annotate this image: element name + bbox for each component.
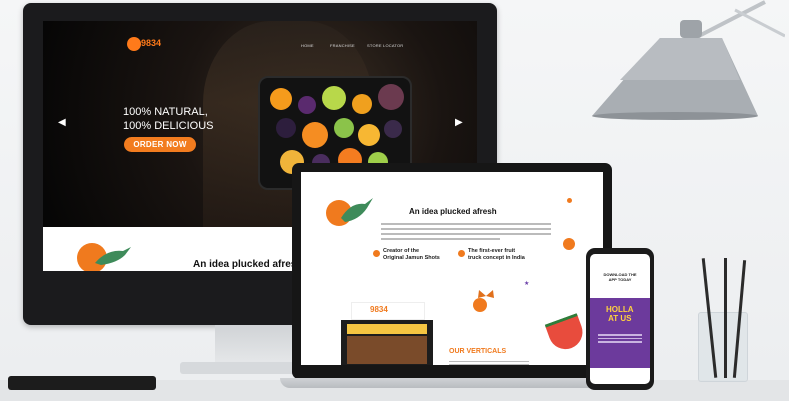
truck-logo: 9834 <box>370 305 388 314</box>
orange-slice-icon <box>563 238 575 250</box>
star-icon: ★ <box>524 280 530 287</box>
laptop-section-heading: An idea plucked afresh <box>409 207 497 216</box>
watermelon-image <box>544 313 588 354</box>
carousel-prev-icon[interactable]: ◀ <box>58 117 66 128</box>
nav-store-locator[interactable]: STORE LOCATOR <box>367 43 403 48</box>
keyboard <box>8 376 156 390</box>
orange-dot-icon <box>567 198 572 203</box>
phone-body-text <box>598 332 642 350</box>
app-download-text: DOWNLOAD THE APP TODAY <box>603 272 637 282</box>
feature-fruit-truck: The first-ever fruit truck concept in In… <box>468 248 525 261</box>
holla-at-us-heading: HOLLA AT US <box>606 305 634 323</box>
verticals-text <box>449 359 529 365</box>
nav-franchise[interactable]: FRANCHISE <box>330 43 355 48</box>
order-now-button[interactable]: ORDER NOW <box>124 137 196 152</box>
monitor-section-heading: An idea plucked afresh <box>193 259 303 270</box>
verticals-heading: OUR VERTICALS <box>449 348 507 355</box>
straw <box>724 258 727 378</box>
intro-paragraph <box>381 220 551 246</box>
desk-lamp <box>592 20 758 120</box>
feature-jamun-shots: Creator of the Original Jamun Shots <box>383 248 440 261</box>
carousel-next-icon[interactable]: ▶ <box>455 117 463 128</box>
feature-bullet-icon <box>458 250 465 257</box>
smartphone: DOWNLOAD THE APP TODAY HOLLA AT US <box>586 248 654 390</box>
laptop: An idea plucked afresh Creator of the Or… <box>292 163 612 379</box>
butterfly-icon <box>478 290 494 298</box>
brand-logo[interactable]: 9834 <box>127 37 173 53</box>
hero-title: 100% NATURAL, 100% DELICIOUS <box>123 106 214 132</box>
feature-bullet-icon <box>373 250 380 257</box>
laptop-base <box>280 378 624 388</box>
phone-screen: DOWNLOAD THE APP TODAY HOLLA AT US <box>590 254 650 384</box>
hummingbird-icon <box>341 198 373 222</box>
nav-home[interactable]: HOME <box>301 43 314 48</box>
orange-logo-icon <box>127 37 141 51</box>
hummingbird-icon <box>95 247 131 265</box>
fruit-truck-image: 9834 <box>341 302 433 365</box>
laptop-screen: An idea plucked afresh Creator of the Or… <box>301 172 603 365</box>
